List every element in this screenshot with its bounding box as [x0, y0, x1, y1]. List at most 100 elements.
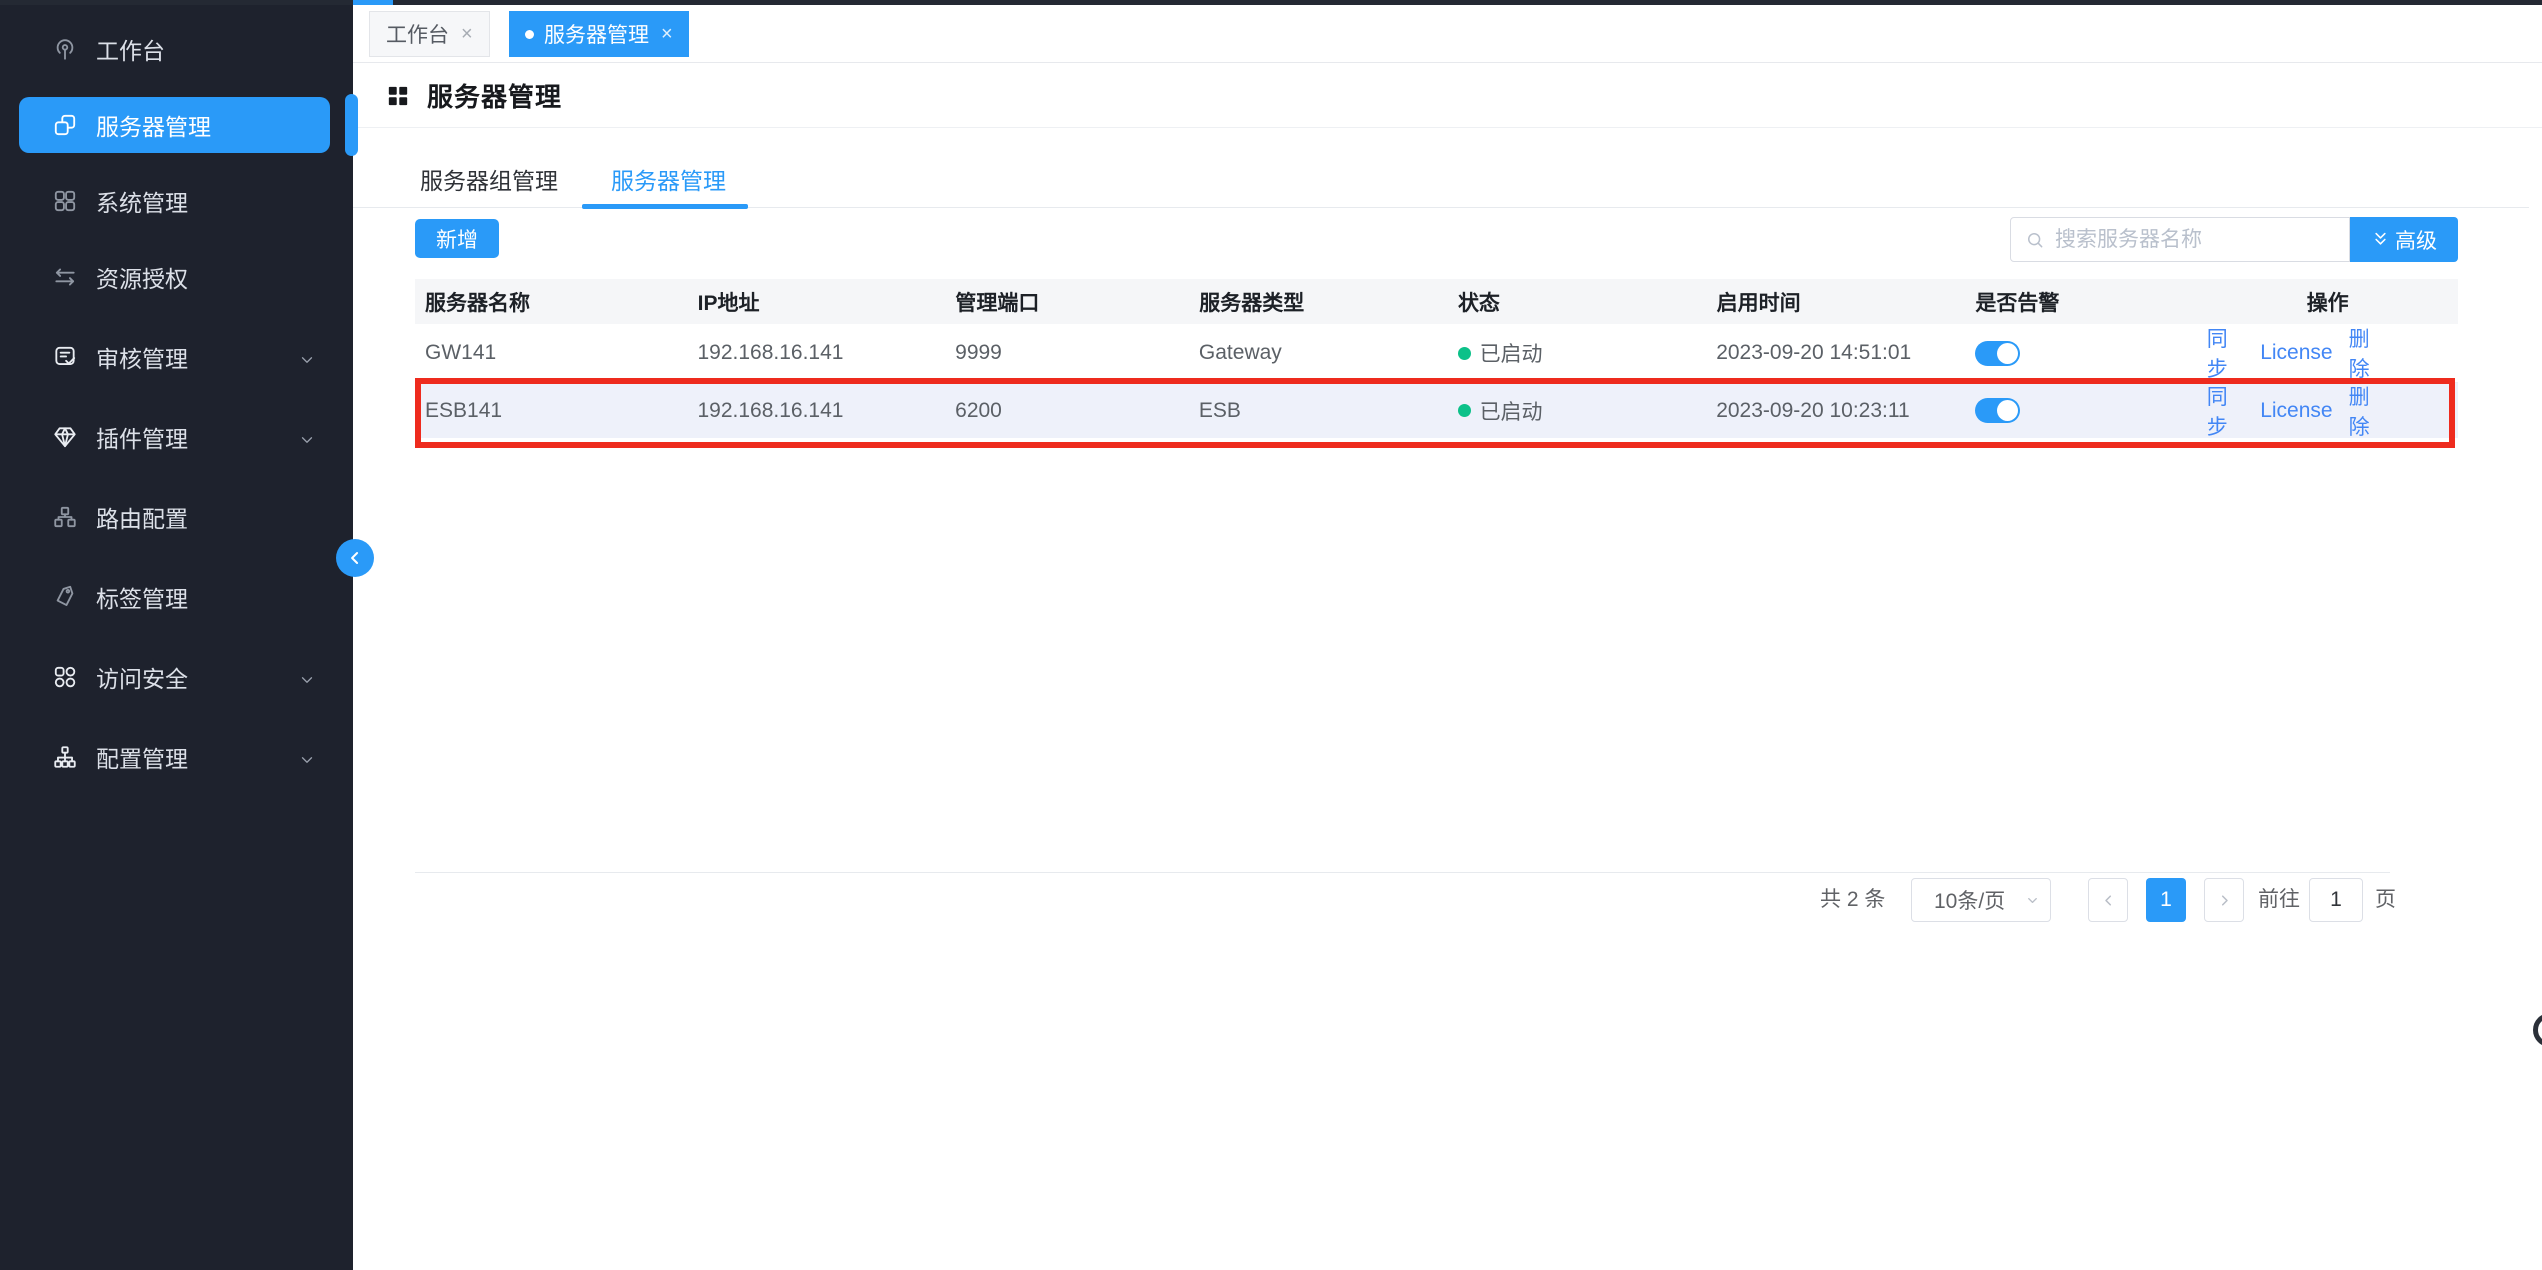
- sidebar-item-resource-authorization[interactable]: 资源授权: [19, 249, 330, 305]
- tag-icon: [52, 584, 78, 610]
- close-icon[interactable]: ×: [661, 24, 673, 44]
- page-header: 服务器管理: [353, 64, 2542, 128]
- server-table: 服务器名称 IP地址 管理端口 服务器类型 状态 启用时间 是否告警 操作 GW…: [415, 279, 2458, 438]
- license-link[interactable]: License: [2260, 341, 2332, 365]
- sitemap-icon: [52, 504, 78, 530]
- chevron-right-icon: [2216, 892, 2233, 909]
- window-tab-label: 工作台: [386, 19, 449, 49]
- alarm-toggle[interactable]: [1975, 398, 2020, 423]
- table-row-highlighted[interactable]: ESB141 192.168.16.141 6200 ESB 已启动 2023-…: [415, 383, 2458, 438]
- current-page-button[interactable]: 1: [2146, 878, 2186, 922]
- sub-tab-label: 服务器管理: [611, 162, 726, 196]
- sidebar-item-system-management[interactable]: 系统管理: [19, 173, 330, 229]
- chevron-down-icon: [298, 748, 316, 766]
- column-header: 管理端口: [945, 279, 1189, 324]
- title-grid-icon: [387, 85, 409, 107]
- toggle-knob: [1997, 343, 2018, 364]
- cell-type: ESB: [1189, 383, 1448, 438]
- license-link[interactable]: License: [2260, 399, 2332, 423]
- goto-page-input[interactable]: [2309, 878, 2363, 922]
- sidebar-item-tag-management[interactable]: 标签管理: [19, 569, 330, 625]
- pagination-total: 共 2 条: [1820, 878, 1885, 922]
- cell-enabled-time: 2023-09-20 14:51:01: [1706, 324, 1965, 382]
- close-icon[interactable]: ×: [461, 24, 473, 44]
- table-bottom-divider: [415, 872, 2390, 873]
- column-header: 操作: [2197, 279, 2458, 324]
- tab-server-management[interactable]: 服务器管理: [611, 150, 726, 208]
- chevron-down-icon: [298, 348, 316, 366]
- window-tab-bar: 工作台 × 服务器管理 ×: [353, 5, 2542, 63]
- chevron-down-icon: [2025, 893, 2040, 908]
- org-tree-icon: [52, 744, 78, 770]
- sidebar-item-label: 插件管理: [96, 420, 188, 454]
- alarm-toggle[interactable]: [1975, 341, 2020, 366]
- cell-type: Gateway: [1189, 324, 1448, 382]
- sidebar-item-label: 访问安全: [96, 660, 188, 694]
- page-size-value: 10条/页: [1934, 885, 2005, 915]
- table-header-row: 服务器名称 IP地址 管理端口 服务器类型 状态 启用时间 是否告警 操作: [415, 279, 2458, 324]
- sidebar-item-label: 路由配置: [96, 500, 188, 534]
- tab-server-group-management[interactable]: 服务器组管理: [420, 150, 558, 208]
- table-row[interactable]: GW141 192.168.16.141 9999 Gateway 已启动 20…: [415, 324, 2458, 383]
- delete-link[interactable]: 删除: [2349, 383, 2386, 438]
- cell-status: 已启动: [1448, 383, 1707, 438]
- status-label: 已启动: [1480, 338, 1543, 368]
- cell-status: 已启动: [1448, 324, 1707, 382]
- audit-document-icon: [52, 344, 78, 370]
- sync-link[interactable]: 同步: [2207, 324, 2244, 382]
- podcast-icon: [52, 36, 78, 62]
- sync-link[interactable]: 同步: [2207, 383, 2244, 438]
- search-icon: [2025, 230, 2045, 250]
- cell-port: 9999: [945, 324, 1189, 382]
- sidebar-item-label: 审核管理: [96, 340, 188, 374]
- window-tab-server-management[interactable]: 服务器管理 ×: [509, 11, 689, 57]
- sidebar-item-config-management[interactable]: 配置管理: [19, 729, 330, 785]
- goto-label: 前往: [2258, 878, 2300, 922]
- status-label: 已启动: [1480, 396, 1543, 426]
- sidebar-item-workbench[interactable]: 工作台: [19, 21, 330, 77]
- cell-actions: 同步 License 删除: [2197, 324, 2458, 382]
- sidebar: 工作台 服务器管理 系统管理 资源授权 审核管理: [0, 0, 353, 1270]
- sidebar-item-label: 系统管理: [96, 184, 188, 218]
- sidebar-item-access-security[interactable]: 访问安全: [19, 649, 330, 705]
- column-header: 启用时间: [1707, 279, 1966, 324]
- sub-tab-label: 服务器组管理: [420, 162, 558, 196]
- toggle-knob: [1997, 400, 2018, 421]
- sidebar-item-label: 资源授权: [96, 260, 188, 294]
- pagination: 共 2 条 10条/页 1 前往 页: [353, 878, 2542, 922]
- sidebar-collapse-button[interactable]: [336, 539, 374, 577]
- transfer-arrows-icon: [52, 264, 78, 290]
- page-title: 服务器管理: [427, 77, 562, 114]
- sidebar-item-audit-management[interactable]: 审核管理: [19, 329, 330, 385]
- chevron-down-icon: [298, 668, 316, 686]
- app-window: 工作台 服务器管理 系统管理 资源授权 审核管理: [0, 0, 2542, 1270]
- advanced-label: 高级: [2395, 225, 2437, 255]
- sidebar-item-server-management[interactable]: 服务器管理: [19, 97, 330, 153]
- active-tab-underline: [582, 204, 748, 209]
- cell-server-name: ESB141: [415, 383, 688, 438]
- cell-ip: 192.168.16.141: [688, 324, 946, 382]
- column-header: 是否告警: [1965, 279, 2197, 324]
- cell-actions: 同步 License 删除: [2197, 383, 2458, 438]
- prev-page-button[interactable]: [2088, 878, 2128, 922]
- chevron-down-icon: [298, 428, 316, 446]
- sidebar-item-plugin-management[interactable]: 插件管理: [19, 409, 330, 465]
- search-input[interactable]: [2055, 219, 2349, 260]
- grid-icon: [52, 188, 78, 214]
- loading-progress-bar: [353, 0, 393, 5]
- advanced-button[interactable]: 高级: [2350, 217, 2458, 262]
- edge-floating-widget[interactable]: [2533, 1013, 2542, 1047]
- sidebar-item-label: 服务器管理: [96, 108, 211, 142]
- sidebar-item-label: 标签管理: [96, 580, 188, 614]
- link-squares-icon: [52, 112, 78, 138]
- add-button[interactable]: 新增: [415, 219, 499, 258]
- page-unit-label: 页: [2375, 878, 2396, 922]
- sidebar-item-route-config[interactable]: 路由配置: [19, 489, 330, 545]
- page-size-select[interactable]: 10条/页: [1911, 878, 2051, 922]
- chevron-left-icon: [345, 548, 365, 568]
- window-tab-label: 服务器管理: [544, 19, 649, 49]
- next-page-button[interactable]: [2204, 878, 2244, 922]
- window-tab-workbench[interactable]: 工作台 ×: [369, 11, 490, 57]
- delete-link[interactable]: 删除: [2349, 324, 2386, 382]
- search-area: 高级: [2010, 217, 2458, 262]
